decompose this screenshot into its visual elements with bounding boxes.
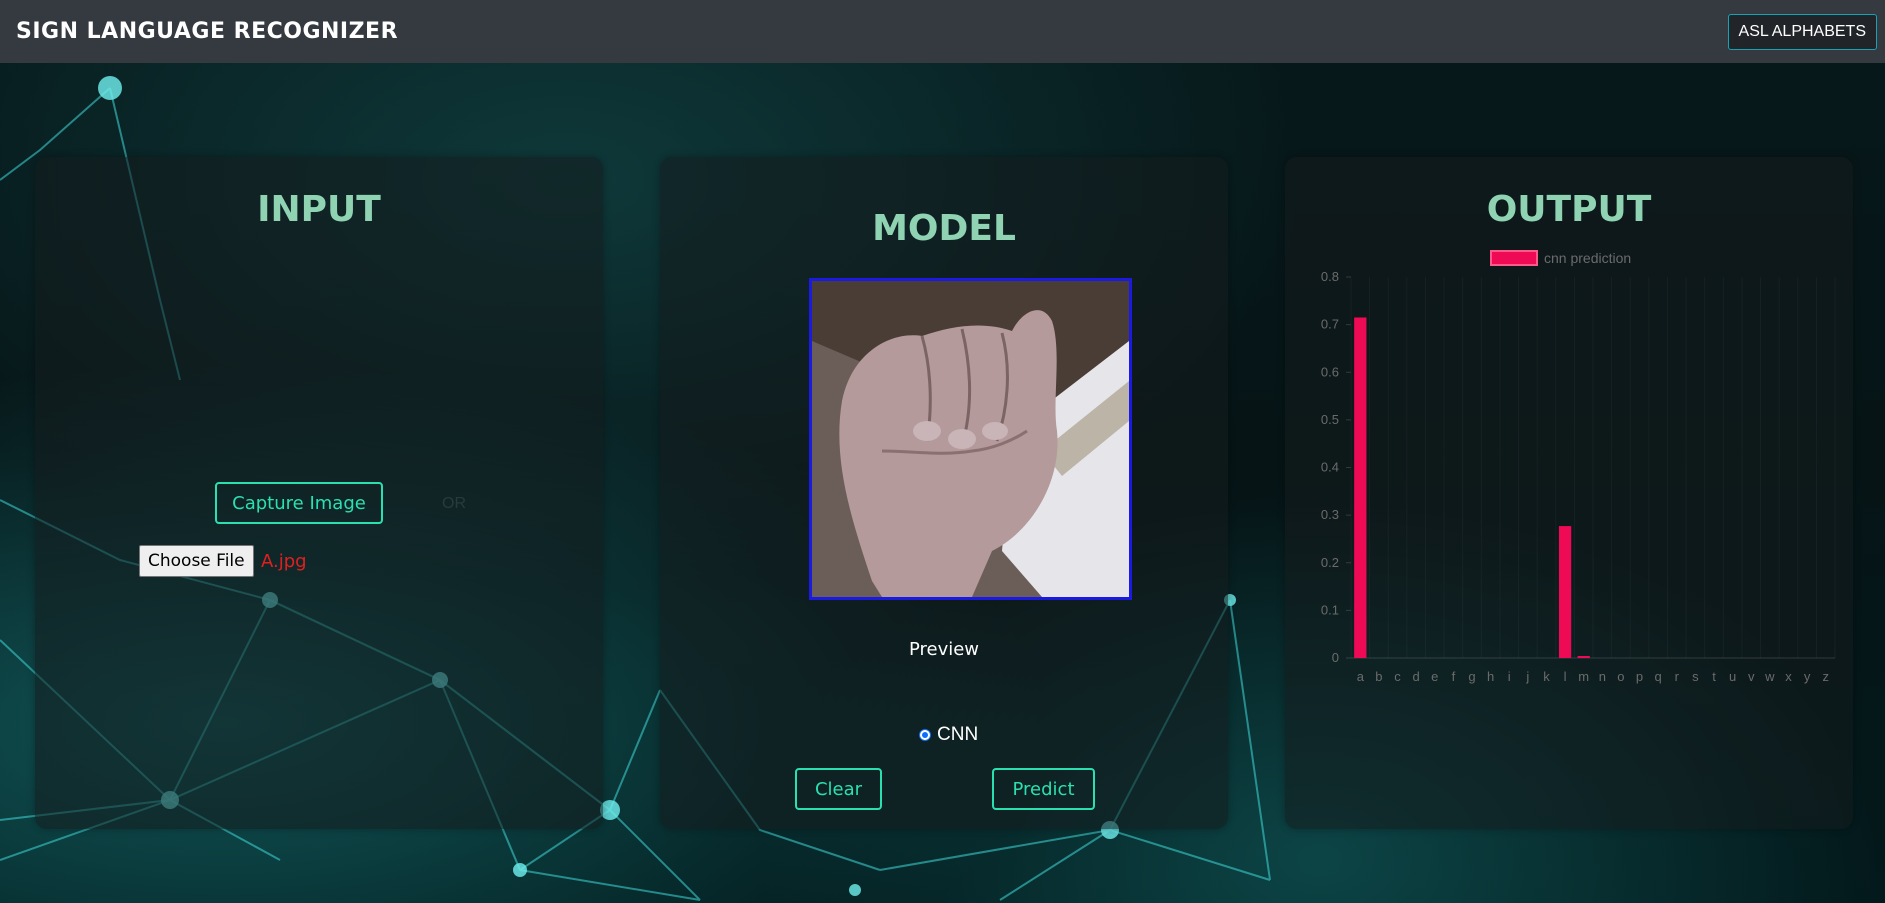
x-tick-label: z [1822,669,1829,684]
input-title: INPUT [257,189,381,230]
y-tick-label: 0.6 [1321,364,1339,379]
x-tick-label: h [1487,669,1494,684]
prediction-bar-chart: 0 0.1 0.2 0.3 0.4 0.5 0.6 0.7 0.8 a b c d e f g h i j k l m n o… [1321,269,1836,684]
x-tick-label: p [1636,669,1643,684]
x-tick-label: f [1452,669,1456,684]
legend-swatch [1490,250,1538,266]
hand-sign-image [812,281,1129,597]
capture-image-button[interactable]: Capture Image [215,482,383,524]
output-card: OUTPUT cnn prediction 0 0.1 0.2 0.3 0.4 0.5 0.… [1285,157,1853,829]
choose-file-button[interactable]: Choose File [139,545,254,577]
x-tick-label: c [1394,669,1401,684]
top-navbar: SIGN LANGUAGE RECOGNIZER ASL ALPHABETS [0,0,1885,63]
x-tick-label: j [1525,669,1529,684]
x-tick-label: s [1692,669,1699,684]
x-tick-label: m [1578,669,1589,684]
x-tick-label: t [1712,669,1716,684]
y-tick-label: 0.3 [1321,507,1339,522]
bar-l [1558,526,1572,658]
model-card: MODEL Preview CNN Clear Predict [660,157,1228,829]
x-tick-label: r [1675,669,1680,684]
x-tick-label: o [1617,669,1624,684]
x-tick-label: i [1508,669,1511,684]
app-title: SIGN LANGUAGE RECOGNIZER [16,19,399,44]
selected-file-name: A.jpg [261,551,307,572]
y-tick-label: 0.1 [1321,602,1339,617]
model-title: MODEL [872,208,1016,249]
x-tick-label: x [1785,669,1792,684]
y-tick-label: 0.7 [1321,317,1339,332]
input-card: INPUT Capture Image OR Choose File A.jpg [35,157,603,829]
bar-a [1354,317,1367,658]
x-tick-label: e [1431,669,1438,684]
x-tick-label: q [1655,669,1662,684]
x-tick-label: v [1748,669,1755,684]
predict-button[interactable]: Predict [992,768,1095,810]
x-tick-label: b [1375,669,1382,684]
cnn-radio[interactable] [919,729,931,741]
output-title: OUTPUT [1486,189,1652,230]
cnn-option-label: CNN [937,724,979,745]
x-tick-label: u [1729,669,1736,684]
asl-alphabets-button[interactable]: ASL ALPHABETS [1727,13,1877,50]
or-text: OR [442,495,466,512]
x-tick-label: y [1804,669,1811,684]
x-tick-label: n [1599,669,1606,684]
x-tick-label: d [1413,669,1420,684]
bar-m [1577,656,1590,658]
x-tick-label: w [1764,669,1775,684]
preview-image [809,278,1132,600]
y-tick-label: 0.8 [1321,269,1339,284]
y-tick-label: 0.4 [1321,460,1339,475]
x-tick-label: k [1543,669,1550,684]
y-tick-label: 0.2 [1321,555,1339,570]
x-tick-label: g [1468,669,1475,684]
y-tick-label: 0.5 [1321,412,1339,427]
clear-button[interactable]: Clear [795,768,882,810]
x-tick-label: a [1357,669,1365,684]
chart-legend[interactable]: cnn prediction [1490,250,1631,266]
preview-label: Preview [908,639,980,660]
y-tick-label: 0 [1332,650,1339,665]
cnn-option[interactable]: CNN [919,724,978,746]
legend-label: cnn prediction [1544,250,1632,266]
x-tick-label: l [1564,669,1567,684]
